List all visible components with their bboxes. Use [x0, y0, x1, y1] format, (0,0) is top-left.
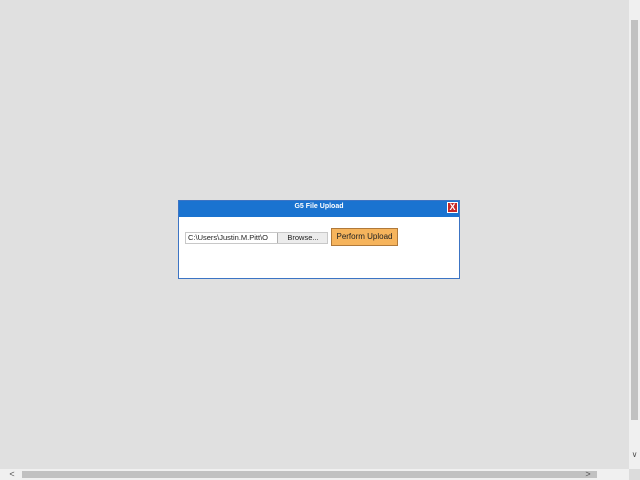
- scroll-right-icon[interactable]: >: [582, 469, 594, 480]
- dialog-title: G5 File Upload: [294, 203, 344, 210]
- horizontal-scroll-thumb[interactable]: [22, 471, 597, 478]
- file-path-value[interactable]: C:\Users\Justin.M.Pitt\O: [188, 233, 276, 243]
- scroll-down-icon[interactable]: ∨: [629, 449, 640, 461]
- browse-button[interactable]: Browse...: [277, 233, 327, 243]
- file-input[interactable]: C:\Users\Justin.M.Pitt\O Browse...: [185, 232, 328, 244]
- perform-upload-button[interactable]: Perform Upload: [331, 228, 398, 246]
- file-upload-dialog: G5 File Upload X C:\Users\Justin.M.Pitt\…: [178, 200, 460, 279]
- scrollbar-corner: [629, 469, 640, 480]
- dialog-titlebar[interactable]: G5 File Upload X: [179, 201, 459, 217]
- vertical-scrollbar[interactable]: ∨: [629, 0, 640, 469]
- page-viewport: G5 File Upload X C:\Users\Justin.M.Pitt\…: [0, 0, 629, 469]
- close-icon[interactable]: X: [447, 202, 458, 213]
- vertical-scroll-thumb[interactable]: [631, 20, 638, 420]
- horizontal-scrollbar[interactable]: < >: [0, 469, 629, 480]
- scroll-left-icon[interactable]: <: [6, 469, 18, 480]
